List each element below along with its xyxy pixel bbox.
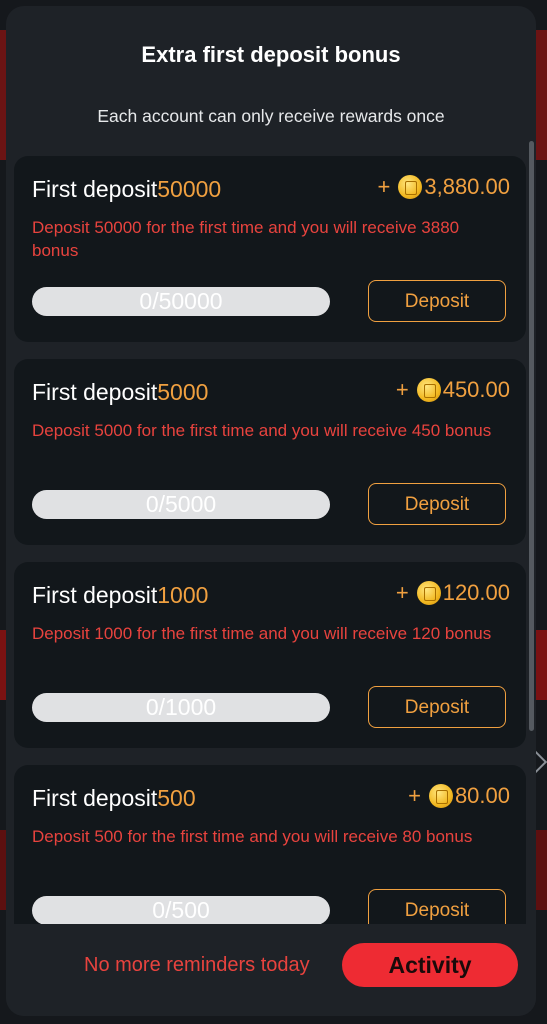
deposit-button[interactable]: Deposit xyxy=(368,280,506,322)
bonus-task-card: First deposit50000 + 3,880.00 Deposit 50… xyxy=(14,156,526,342)
bonus-task-card: First deposit5000 + 450.00 Deposit 5000 … xyxy=(14,359,526,545)
task-title-prefix: First deposit xyxy=(32,785,158,811)
task-title-amount: 5000 xyxy=(157,379,209,405)
task-reward: + 120.00 xyxy=(396,580,510,606)
activity-button[interactable]: Activity xyxy=(342,943,518,987)
reward-plus: + xyxy=(377,174,391,199)
reward-plus: + xyxy=(408,783,421,808)
deposit-progress-bar: 0/500 xyxy=(32,896,330,924)
reward-plus: + xyxy=(395,377,409,402)
task-reward: + 3,880.00 xyxy=(377,174,510,200)
bonus-task-card: First deposit500 + 80.00 Deposit 500 for… xyxy=(14,765,526,924)
deposit-progress-bar: 0/50000 xyxy=(32,287,330,316)
task-title-prefix: First deposit xyxy=(32,379,158,405)
progress-text: 0/1000 xyxy=(145,694,217,720)
task-title-prefix: First deposit xyxy=(32,176,158,202)
deposit-button[interactable]: Deposit xyxy=(368,889,506,924)
reward-plus: + xyxy=(395,580,409,605)
task-title-amount: 500 xyxy=(157,785,196,811)
reward-value: 80.00 xyxy=(454,783,510,808)
task-title: First deposit50000 xyxy=(32,176,221,203)
task-title-amount: 1000 xyxy=(157,582,209,608)
deposit-progress-bar: 0/1000 xyxy=(32,693,330,722)
dialog-title: Extra first deposit bonus xyxy=(141,42,401,67)
reward-value: 3,880.00 xyxy=(424,174,510,199)
coin-icon xyxy=(416,581,441,605)
bonus-task-card: First deposit1000 + 120.00 Deposit 1000 … xyxy=(14,562,526,748)
reward-value: 450.00 xyxy=(442,377,510,402)
progress-text: 0/500 xyxy=(152,897,210,923)
bonus-task-list[interactable]: First deposit50000 + 3,880.00 Deposit 50… xyxy=(14,156,528,924)
list-scrollbar[interactable] xyxy=(529,141,534,731)
progress-text: 0/50000 xyxy=(139,288,223,314)
no-more-reminders-link[interactable]: No more reminders today xyxy=(84,954,310,977)
coin-icon xyxy=(428,784,453,808)
task-description: Deposit 1000 for the first time and you … xyxy=(32,624,492,643)
task-title: First deposit5000 xyxy=(32,379,208,406)
task-title: First deposit500 xyxy=(32,785,196,812)
task-title-amount: 50000 xyxy=(157,176,222,202)
reward-value: 120.00 xyxy=(442,580,510,605)
task-description: Deposit 5000 for the first time and you … xyxy=(32,421,492,440)
deposit-button[interactable]: Deposit xyxy=(368,483,506,525)
coin-icon xyxy=(398,175,423,199)
task-title-prefix: First deposit xyxy=(32,582,158,608)
task-reward: + 450.00 xyxy=(396,377,510,403)
task-reward: + 80.00 xyxy=(408,783,510,809)
deposit-progress-bar: 0/5000 xyxy=(32,490,330,519)
progress-text: 0/5000 xyxy=(145,491,217,517)
dialog-subtitle: Each account can only receive rewards on… xyxy=(97,106,445,126)
deposit-button[interactable]: Deposit xyxy=(368,686,506,728)
task-description: Deposit 50000 for the first time and you… xyxy=(32,218,460,260)
task-title: First deposit1000 xyxy=(32,582,208,609)
task-description: Deposit 500 for the first time and you w… xyxy=(32,827,473,846)
coin-icon xyxy=(416,378,441,402)
first-deposit-bonus-dialog: Extra first deposit bonus Each account c… xyxy=(6,6,536,1016)
